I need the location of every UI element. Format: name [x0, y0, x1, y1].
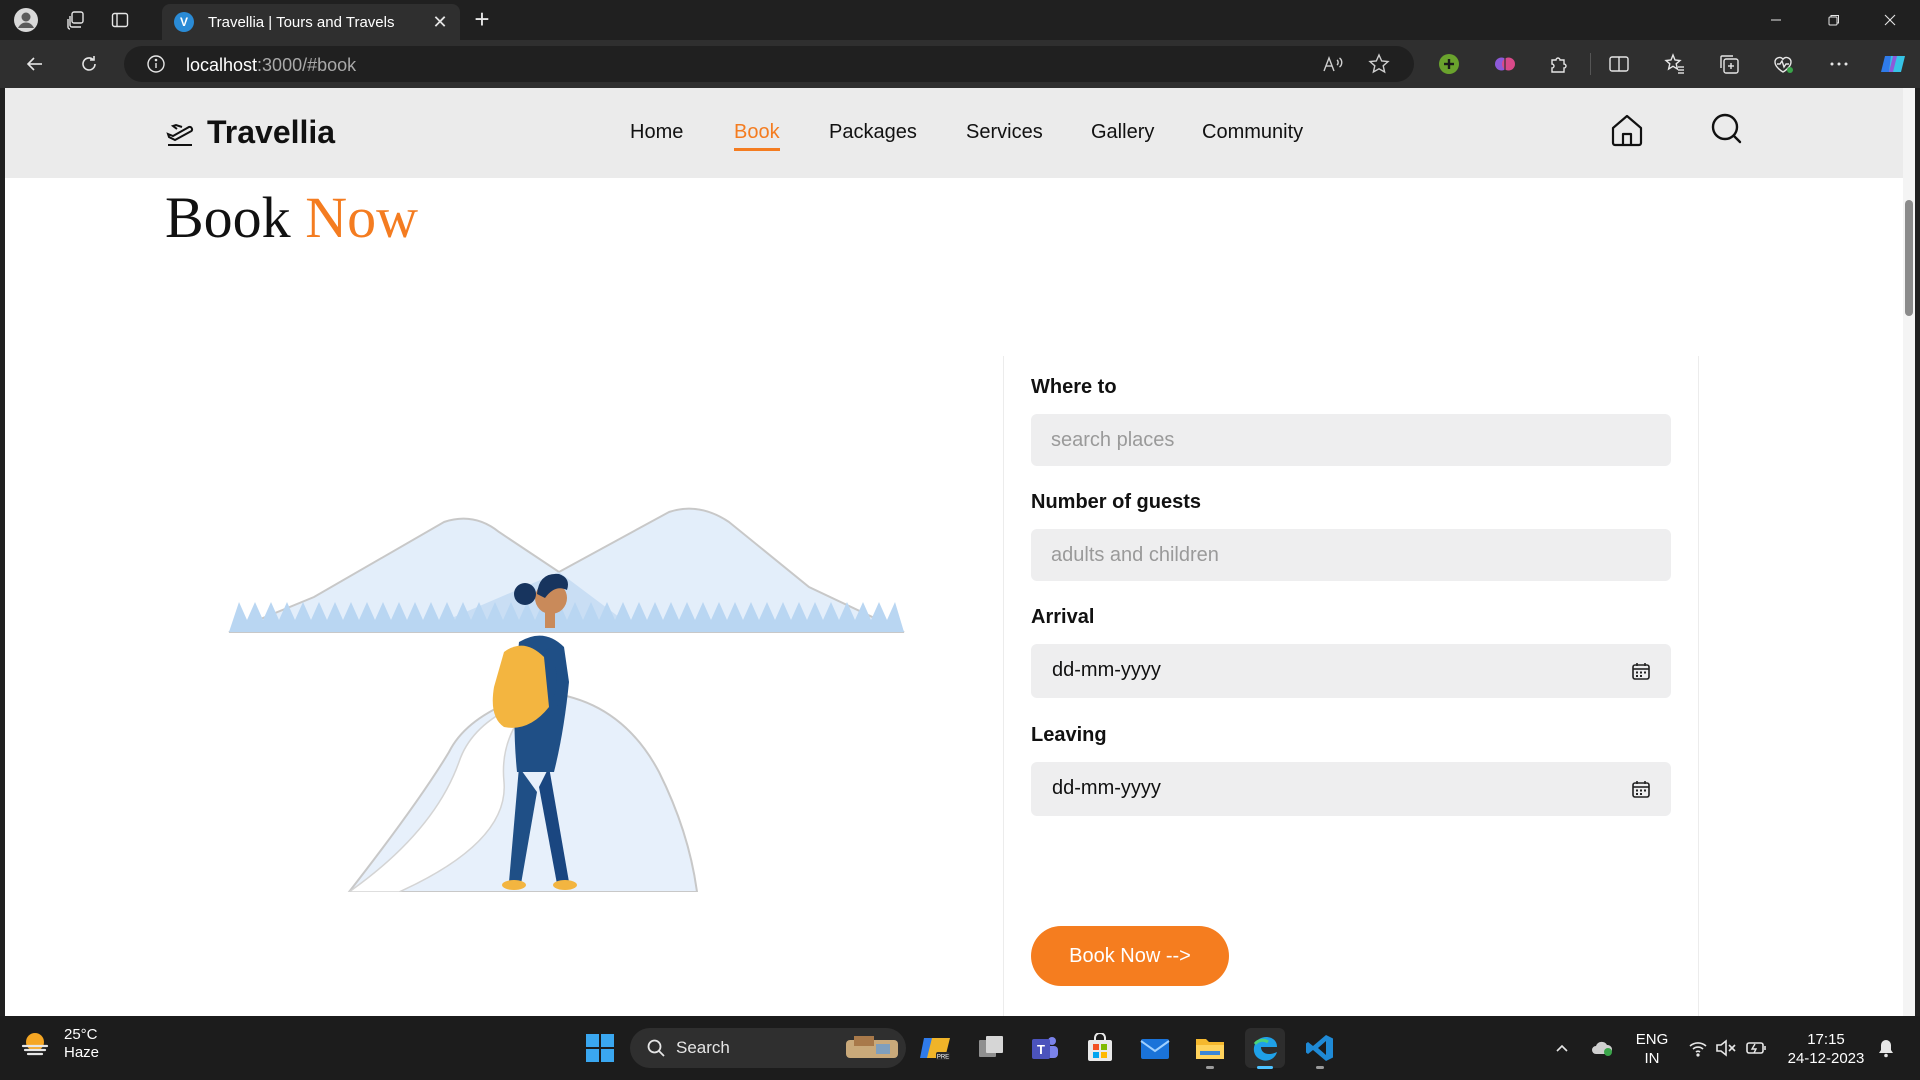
edge-browser-icon[interactable]: [1245, 1028, 1285, 1069]
refresh-icon[interactable]: [74, 49, 104, 79]
tab-favicon-icon: V: [174, 12, 194, 32]
file-explorer-icon[interactable]: [1190, 1028, 1230, 1069]
address-bar[interactable]: localhost:3000/#book: [124, 46, 1414, 82]
site-info-icon[interactable]: [146, 54, 166, 74]
profile-avatar-icon[interactable]: [12, 6, 40, 34]
weather-condition: Haze: [64, 1044, 100, 1061]
arrival-date-input[interactable]: dd-mm-yyyy: [1031, 644, 1671, 698]
clock-time: 17:15: [1807, 1031, 1845, 1048]
tab-actions-icon[interactable]: [106, 6, 134, 34]
task-view-icon[interactable]: [971, 1028, 1011, 1068]
brand-name: Travellia: [207, 114, 336, 150]
leaving-label: Leaving: [1031, 724, 1107, 746]
airplane-departure-icon: [166, 123, 194, 146]
extension-green-icon[interactable]: [1434, 49, 1464, 79]
extension-brain-icon[interactable]: [1490, 49, 1520, 79]
clock-date: 24-12-2023: [1787, 1050, 1865, 1067]
read-aloud-icon[interactable]: [1322, 54, 1344, 74]
haze-sun-icon: [21, 1033, 49, 1056]
page-title: Book Now: [165, 185, 418, 250]
where-to-input[interactable]: [1031, 414, 1671, 466]
guests-label: Number of guests: [1031, 491, 1202, 513]
scrollbar-thumb[interactable]: [1905, 200, 1913, 316]
arrival-date-value: dd-mm-yyyy: [1052, 659, 1161, 681]
page-scrollbar[interactable]: [1903, 88, 1915, 1016]
nav-home[interactable]: Home: [630, 121, 683, 144]
extensions-puzzle-icon[interactable]: [1544, 49, 1574, 79]
vscode-icon[interactable]: [1300, 1028, 1340, 1069]
more-options-icon[interactable]: [1824, 49, 1854, 79]
weather-temperature: 25°C: [64, 1026, 98, 1043]
show-hidden-icons-chevron-icon[interactable]: [1542, 1028, 1582, 1068]
microsoft-store-icon[interactable]: [1080, 1028, 1120, 1068]
running-indicator: [1206, 1066, 1214, 1069]
calendar-icon[interactable]: [1631, 779, 1651, 799]
guests-input[interactable]: [1031, 529, 1671, 581]
language-indicator[interactable]: ENG IN: [1632, 1030, 1672, 1068]
favorite-star-icon[interactable]: [1368, 53, 1390, 75]
page-viewport: Travellia Home Book Packages Services Ga…: [5, 88, 1915, 1016]
running-indicator: [1316, 1066, 1324, 1069]
search-highlight-icon: [846, 1036, 898, 1058]
copilot-icon[interactable]: [1878, 49, 1908, 79]
favorites-icon[interactable]: [1660, 49, 1690, 79]
url-text[interactable]: localhost:3000/#book: [186, 55, 356, 76]
collections-icon[interactable]: [1714, 49, 1744, 79]
home-icon[interactable]: [1609, 112, 1649, 152]
close-window-icon[interactable]: [1862, 0, 1918, 40]
svg-text:T: T: [1037, 1042, 1045, 1057]
search-icon[interactable]: [1709, 112, 1749, 152]
browser-essentials-icon[interactable]: [1768, 49, 1798, 79]
taskbar-search-label: Search: [676, 1038, 730, 1057]
where-to-label: Where to: [1031, 376, 1117, 398]
booking-form: Where to Number of guests Arrival dd-mm-…: [1003, 356, 1699, 1016]
nav-book[interactable]: Book: [734, 121, 780, 151]
arrival-label: Arrival: [1031, 606, 1095, 628]
nav-gallery[interactable]: Gallery: [1091, 121, 1154, 144]
traveler-illustration: [219, 502, 909, 892]
teams-icon[interactable]: T: [1025, 1028, 1065, 1068]
notification-bell-icon[interactable]: [1866, 1028, 1906, 1068]
browser-tab-bar: V Travellia | Tours and Travels ✕ +: [0, 0, 1920, 40]
onedrive-cloud-icon[interactable]: [1582, 1028, 1622, 1068]
tab-close-icon[interactable]: ✕: [430, 12, 450, 32]
copilot-pre-icon[interactable]: PRE: [916, 1028, 956, 1068]
taskbar-search[interactable]: Search: [630, 1028, 906, 1068]
new-tab-icon[interactable]: +: [468, 6, 496, 34]
start-windows-icon[interactable]: [580, 1028, 620, 1068]
toolbar-divider: [1590, 53, 1591, 75]
tab-travellia[interactable]: V Travellia | Tours and Travels ✕: [162, 4, 460, 40]
split-screen-icon[interactable]: [1604, 49, 1634, 79]
back-arrow-icon[interactable]: [20, 49, 50, 79]
calendar-icon[interactable]: [1631, 661, 1651, 681]
leaving-date-input[interactable]: dd-mm-yyyy: [1031, 762, 1671, 816]
tab-title: Travellia | Tours and Travels: [208, 13, 395, 31]
active-indicator: [1257, 1066, 1273, 1069]
brand-logo[interactable]: Travellia: [165, 114, 335, 151]
workspaces-icon[interactable]: [62, 6, 90, 34]
browser-toolbar: localhost:3000/#book: [0, 40, 1920, 88]
restore-icon[interactable]: [1806, 0, 1862, 40]
nav-services[interactable]: Services: [966, 121, 1043, 144]
nav-community[interactable]: Community: [1202, 121, 1303, 144]
svg-text:PRE: PRE: [937, 1055, 949, 1061]
battery-charging-icon[interactable]: [1736, 1028, 1776, 1068]
weather-widget[interactable]: 25°C Haze: [20, 1026, 99, 1062]
windows-taskbar: 25°C Haze Search PRE T ENG IN 17:15 24-1…: [0, 1016, 1920, 1080]
site-header: Travellia Home Book Packages Services Ga…: [5, 88, 1915, 178]
search-icon: [647, 1039, 665, 1057]
mail-icon[interactable]: [1135, 1028, 1175, 1068]
nav-packages[interactable]: Packages: [829, 121, 917, 144]
clock[interactable]: 17:15 24-12-2023: [1780, 1030, 1872, 1068]
minimize-icon[interactable]: [1748, 0, 1804, 40]
book-now-button[interactable]: Book Now -->: [1031, 926, 1229, 986]
leaving-date-value: dd-mm-yyyy: [1052, 777, 1161, 799]
